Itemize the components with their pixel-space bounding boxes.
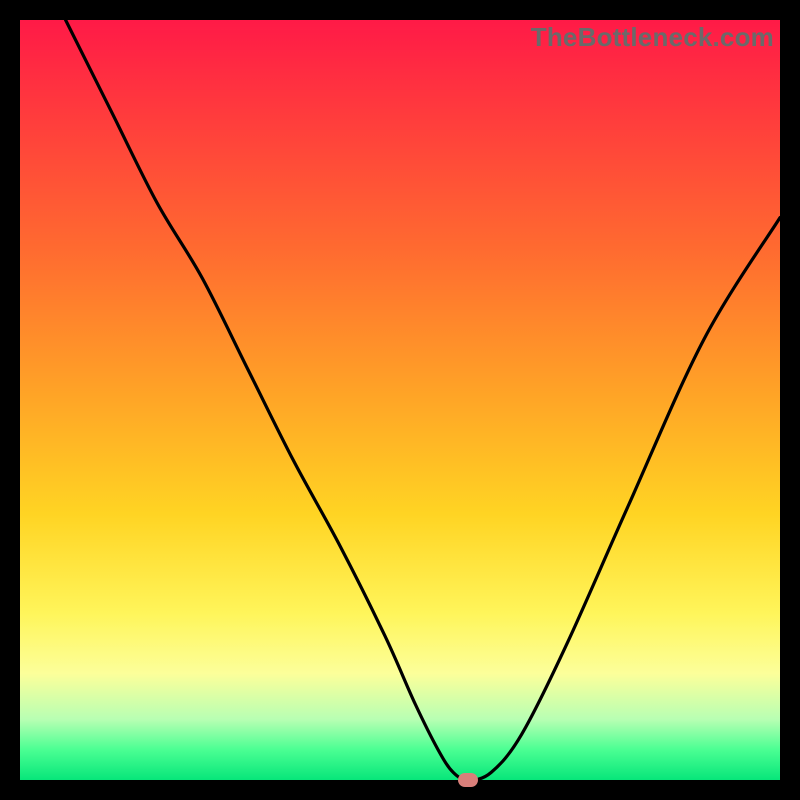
chart-frame: TheBottleneck.com [20, 20, 780, 780]
optimal-point-marker [458, 773, 478, 787]
curve-path [66, 20, 780, 780]
bottleneck-curve [20, 20, 780, 780]
